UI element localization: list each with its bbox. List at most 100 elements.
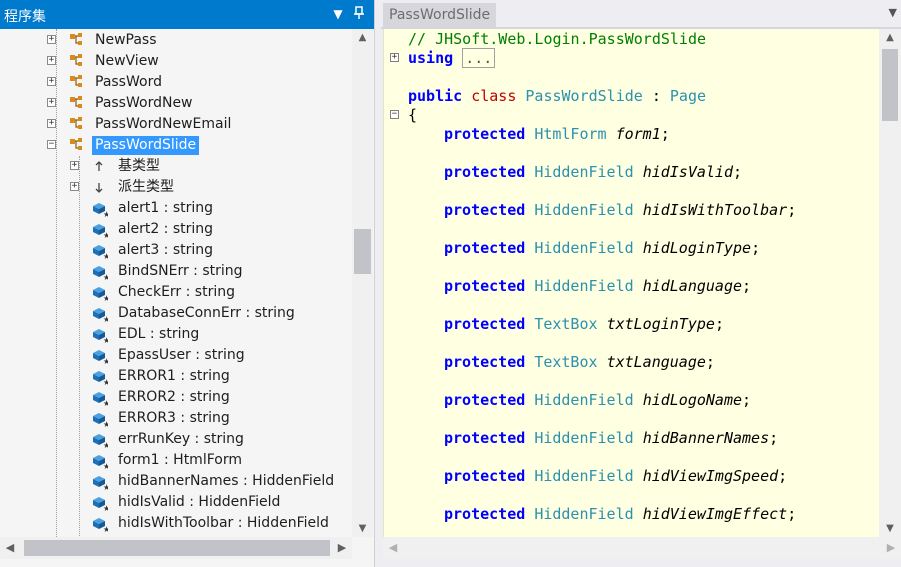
scroll-up-icon[interactable]: ▲ [352,29,373,46]
tree-item-field[interactable]: ★ hidIsValid : HiddenField [0,492,352,513]
scroll-right-icon[interactable]: ▶ [332,537,352,559]
tree-item-label: CheckErr : string [118,284,235,300]
collapse-icon[interactable]: − [47,140,56,149]
tree-horizontal-scrollbar[interactable]: ◀ ▶ [0,537,352,559]
tree-item-field[interactable]: ★ ERROR2 : string [0,387,352,408]
code-editor[interactable]: // JHSoft.Web.Login.PassWordSlide + usin… [383,29,880,537]
member-declaration: protected HiddenField hidLogoName; [444,391,751,410]
field-icon: ★ [91,200,110,219]
assembly-panel-titlebar: 程序集 ▼ [0,0,374,29]
semicolon: ; [778,467,788,485]
member-type: HiddenField [534,163,634,181]
semicolon: ; [787,505,797,523]
derived-types-icon [91,179,108,196]
expand-icon[interactable]: + [47,77,56,86]
expand-icon[interactable]: + [70,161,79,170]
member-modifier: protected [444,125,526,143]
dropdown-icon[interactable]: ▼ [330,6,346,22]
tab-passwordslide[interactable]: PassWordSlide [383,3,497,27]
tree-item-label: alert1 : string [118,200,214,216]
scroll-thumb[interactable] [882,49,898,121]
tree-item-field[interactable]: ★ hidBannerNames : HiddenField [0,471,352,492]
tree-item-field[interactable]: ★ BindSNErr : string [0,261,352,282]
tree-item-field[interactable]: ★ ERROR3 : string [0,408,352,429]
member-name: txtLoginType [606,315,715,333]
tree-item-field[interactable]: ★ CheckErr : string [0,282,352,303]
tree-item-class[interactable]: + NewPass [0,30,352,51]
class-keyword: class [471,87,517,105]
expand-icon[interactable]: + [70,182,79,191]
tree-item-label: PassWordSlide [92,136,200,155]
scroll-down-icon[interactable]: ▼ [879,520,901,537]
tree-item-field[interactable]: ★ errRunKey : string [0,429,352,450]
tree-item-label: alert2 : string [118,221,214,237]
expand-icon[interactable]: + [47,35,56,44]
tree-item-field[interactable]: ★ alert2 : string [0,219,352,240]
tree-item-class[interactable]: + PassWordNewEmail [0,114,352,135]
member-type: HiddenField [534,505,634,523]
field-icon: ★ [91,494,110,513]
expand-icon[interactable]: + [47,56,56,65]
scroll-down-icon[interactable]: ▼ [352,520,373,537]
using-keyword: using [408,49,454,67]
semicolon: ; [751,239,761,257]
member-declaration: protected TextBox txtLanguage; [444,353,715,372]
semicolon: ; [769,429,779,447]
member-modifier: protected [444,201,526,219]
tree-item-field[interactable]: ★ hidIsWithToolbar : HiddenField [0,513,352,534]
member-modifier: protected [444,467,526,485]
tree-item-base-types[interactable]: + 基类型 [0,156,352,177]
using-line: using ... [408,48,496,68]
member-type: HiddenField [534,429,634,447]
svg-text:★: ★ [103,294,108,301]
tree-item-field[interactable]: ★ alert3 : string [0,240,352,261]
class-icon [69,95,86,112]
member-modifier: protected [444,315,526,333]
expand-using-icon[interactable]: + [390,53,399,62]
member-type: HtmlForm [534,125,607,143]
tree-item-class[interactable]: − PassWordSlide [0,135,352,156]
expand-icon[interactable]: + [47,119,56,128]
expand-icon[interactable]: + [47,98,56,107]
tree-item-field[interactable]: ★ EpassUser : string [0,345,352,366]
tree-item-class[interactable]: + NewView [0,51,352,72]
field-icon: ★ [91,242,110,261]
collapse-class-icon[interactable]: − [390,110,399,119]
tree-item-class[interactable]: + PassWord [0,72,352,93]
editor-horizontal-scrollbar[interactable]: ◀ ▶ [383,537,901,559]
tree-item-field[interactable]: ★ alert1 : string [0,198,352,219]
scroll-right-icon[interactable]: ▶ [881,537,901,559]
tree-item-field[interactable]: ★ DatabaseConnErr : string [0,303,352,324]
member-declaration: protected TextBox txtLoginType; [444,315,724,334]
semicolon: ; [787,201,797,219]
tree-item-derived-types[interactable]: + 派生类型 [0,177,352,198]
pin-icon[interactable] [351,6,367,22]
svg-text:★: ★ [103,441,108,448]
class-declaration: public class PassWordSlide : Page [408,87,706,106]
member-declaration: protected HiddenField hidLanguage; [444,277,751,296]
dropdown-icon[interactable]: ▼ [889,6,897,19]
tree-item-field[interactable]: ★ form1 : HtmlForm [0,450,352,471]
editor-vertical-scrollbar[interactable]: ▲ ▼ [879,29,901,537]
assembly-tree[interactable]: + NewPass + NewView + PassWord + PassWordNew + Pa… [0,29,352,537]
scroll-thumb[interactable] [24,540,330,556]
tree-item-label: errRunKey : string [118,431,244,447]
scroll-left-icon[interactable]: ◀ [0,537,20,559]
tree-item-label: ERROR2 : string [118,389,230,405]
tree-item-field[interactable]: ★ ERROR1 : string [0,366,352,387]
tree-item-label: ERROR1 : string [118,368,230,384]
tree-item-label: ERROR3 : string [118,410,230,426]
scroll-thumb[interactable] [354,229,371,274]
field-icon: ★ [91,305,110,324]
scroll-up-icon[interactable]: ▲ [879,29,901,46]
code-panel: PassWordSlide ▼ // JHSoft.Web.Login.Pass… [381,0,901,567]
tree-item-label: EDL : string [118,326,200,342]
member-name: txtLanguage [606,353,706,371]
member-type: TextBox [534,315,598,333]
member-modifier: protected [444,391,526,409]
scroll-left-icon[interactable]: ◀ [383,537,403,559]
using-collapsed-box[interactable]: ... [462,48,496,68]
tree-item-field[interactable]: ★ EDL : string [0,324,352,345]
tree-item-class[interactable]: + PassWordNew [0,93,352,114]
tree-vertical-scrollbar[interactable]: ▲ ▼ [352,29,373,537]
